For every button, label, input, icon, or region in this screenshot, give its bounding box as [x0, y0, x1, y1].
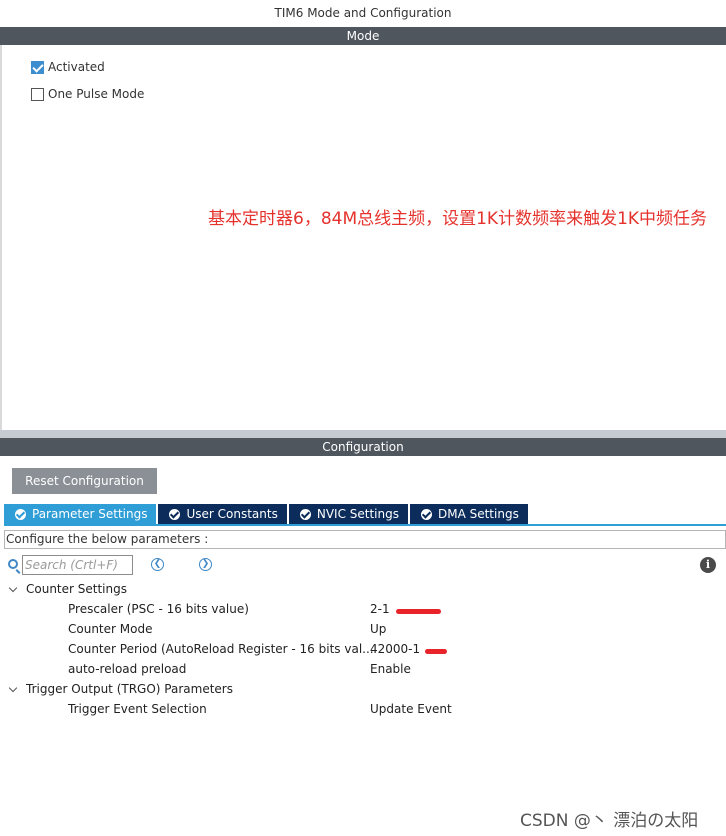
panel-left-border: [0, 45, 2, 430]
tab-dma-settings[interactable]: DMA Settings: [409, 504, 528, 524]
chevron-down-icon[interactable]: [8, 683, 18, 693]
param-row-counter-mode[interactable]: Counter Mode Up: [0, 619, 726, 639]
reset-configuration-button[interactable]: Reset Configuration: [12, 468, 157, 494]
mode-section-header: Mode: [0, 27, 726, 45]
configuration-section-header: Configuration: [0, 438, 726, 456]
param-value[interactable]: 42000-1: [370, 639, 420, 659]
tab-label: DMA Settings: [437, 507, 519, 521]
window-title: TIM6 Mode and Configuration: [0, 0, 726, 26]
activated-label: Activated: [48, 60, 105, 74]
group-label: Counter Settings: [26, 582, 127, 596]
search-icon: [8, 559, 18, 569]
info-icon[interactable]: i: [700, 557, 716, 573]
chevron-down-icon[interactable]: [8, 583, 18, 593]
chevron-left-circle-icon[interactable]: ❮: [151, 558, 164, 571]
parameters-hint: Configure the below parameters :: [4, 530, 726, 549]
tab-nvic-settings[interactable]: NVIC Settings: [288, 504, 408, 524]
check-circle-icon: [15, 508, 26, 520]
param-name: Trigger Event Selection: [68, 702, 207, 716]
tab-underline: [4, 524, 726, 526]
chevron-right-circle-icon[interactable]: ❯: [199, 558, 212, 571]
check-circle-icon: [299, 508, 311, 520]
one-pulse-mode-checkbox[interactable]: [31, 87, 44, 101]
param-row-trigger-event-selection[interactable]: Trigger Event Selection Update Event: [0, 699, 726, 719]
param-name: auto-reload preload: [68, 662, 187, 676]
group-counter-settings[interactable]: Counter Settings: [0, 579, 726, 599]
panel-splitter[interactable]: [0, 430, 726, 438]
check-circle-icon: [420, 508, 432, 520]
tab-label: NVIC Settings: [316, 507, 399, 521]
param-value[interactable]: Update Event: [370, 699, 452, 719]
activated-option[interactable]: Activated: [31, 59, 105, 75]
red-highlight-mark: [396, 609, 441, 614]
one-pulse-mode-label: One Pulse Mode: [48, 87, 145, 101]
param-row-auto-reload-preload[interactable]: auto-reload preload Enable: [0, 659, 726, 679]
param-row-counter-period[interactable]: Counter Period (AutoReload Register - 16…: [0, 639, 726, 659]
param-value[interactable]: Enable: [370, 659, 411, 679]
tab-parameter-settings[interactable]: Parameter Settings: [4, 504, 157, 524]
one-pulse-mode-option[interactable]: One Pulse Mode: [31, 86, 144, 102]
activated-checkbox[interactable]: [31, 60, 44, 74]
param-row-prescaler[interactable]: Prescaler (PSC - 16 bits value) 2-1: [0, 599, 726, 619]
param-value[interactable]: 2-1: [370, 599, 390, 619]
param-name: Counter Mode: [68, 622, 153, 636]
param-value[interactable]: Up: [370, 619, 386, 639]
tab-user-constants[interactable]: User Constants: [158, 504, 287, 524]
search-input[interactable]: [22, 555, 133, 575]
group-label: Trigger Output (TRGO) Parameters: [26, 682, 233, 696]
tab-label: Parameter Settings: [32, 507, 148, 521]
red-annotation-text: 基本定时器6，84M总线主频，设置1K计数频率来触发1K中频任务: [208, 209, 708, 229]
check-circle-icon: [169, 508, 181, 520]
red-highlight-mark: [425, 649, 447, 654]
watermark-text: CSDN @丶 漂泊の太阳: [520, 811, 699, 831]
tab-label: User Constants: [186, 507, 278, 521]
param-name: Prescaler (PSC - 16 bits value): [68, 602, 249, 616]
config-tabs: Parameter Settings User Constants NVIC S…: [4, 504, 530, 524]
param-name: Counter Period (AutoReload Register - 16…: [68, 642, 374, 656]
group-trigger-output[interactable]: Trigger Output (TRGO) Parameters: [0, 679, 726, 699]
